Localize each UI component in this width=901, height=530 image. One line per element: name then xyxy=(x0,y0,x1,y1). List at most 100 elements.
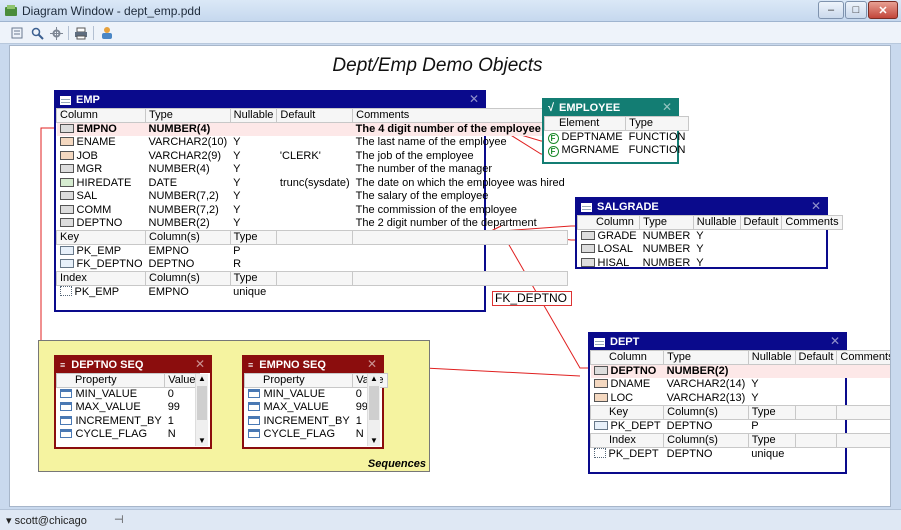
property-name: MAX_VALUE xyxy=(75,401,141,414)
property-icon xyxy=(247,389,260,398)
dept-table-header[interactable]: DEPT ✕ xyxy=(590,334,845,350)
table-row[interactable]: INCREMENT_BY 1 xyxy=(57,415,200,429)
property-name: INCREMENT_BY xyxy=(75,414,162,427)
table-row[interactable]: MIN_VALUE 0 xyxy=(57,388,200,402)
close-button[interactable]: ✕ xyxy=(868,1,898,19)
table-row[interactable]: DEPTNO NUMBER(2) Y The 2 digit number of… xyxy=(57,217,568,231)
salgrade-table-header[interactable]: SALGRADE ✕ xyxy=(577,199,826,215)
table-row[interactable]: INCREMENT_BY 1 xyxy=(245,415,388,429)
table-row[interactable]: MAX_VALUE 99 xyxy=(57,401,200,415)
print-icon[interactable] xyxy=(73,25,89,41)
key-header: Column(s) xyxy=(663,404,749,420)
column-header-row: Column Type Nullable Default Comments xyxy=(55,108,569,123)
scrollbar-thumb[interactable] xyxy=(197,386,207,420)
fk-deptno-label[interactable]: FK_DEPTNO xyxy=(492,291,572,306)
table-row[interactable]: MAX_VALUE 9999 xyxy=(245,401,388,415)
key-columns: DEPTNO xyxy=(666,419,713,432)
minimize-button[interactable]: – xyxy=(818,1,844,19)
table-row[interactable]: DNAME VARCHAR2(14) Y xyxy=(591,378,891,392)
empno-seq-header[interactable]: ≡ EMPNO SEQ ✕ xyxy=(244,357,382,373)
window-titlebar[interactable]: Diagram Window - dept_emp.pdd – □ ✕ xyxy=(0,0,901,22)
emp-columns-table: Column Type Nullable Default Comments EM… xyxy=(55,108,569,299)
table-row[interactable]: COMM NUMBER(7,2) Y The commission of the… xyxy=(57,204,568,218)
table-row[interactable]: LOC VARCHAR2(13) Y xyxy=(591,391,891,406)
table-row[interactable]: EMPNO NUMBER(4) The 4 digit number of th… xyxy=(56,122,568,136)
sequences-group[interactable]: Sequences ≡ DEPTNO SEQ ✕ Property Value … xyxy=(38,340,430,472)
table-row[interactable]: F MGRNAME FUNCTION xyxy=(545,144,689,158)
column-name: DNAME xyxy=(610,378,651,391)
deptno-seq-header[interactable]: ≡ DEPTNO SEQ ✕ xyxy=(56,357,210,373)
emp-table[interactable]: EMP ✕ Column Type Nullable Default Comme… xyxy=(54,90,569,312)
column-default: trunc(sysdate) xyxy=(279,176,350,189)
employee-package-header[interactable]: √ EMPLOYEE ✕ xyxy=(544,100,677,116)
column-header: Column xyxy=(589,350,665,365)
table-row[interactable]: ENAME VARCHAR2(10) Y The last name of th… xyxy=(57,136,568,150)
options-gear-icon[interactable] xyxy=(48,25,64,41)
property-icon xyxy=(247,402,260,412)
close-icon[interactable]: ✕ xyxy=(830,334,840,348)
table-row[interactable]: JOB VARCHAR2(9) Y 'CLERK' The job of the… xyxy=(57,150,568,164)
table-row[interactable]: SAL NUMBER(7,2) Y The salary of the empl… xyxy=(57,190,568,204)
employee-package[interactable]: √ EMPLOYEE ✕ Element Type F DEPTNAME FUNC… xyxy=(542,98,689,164)
key-header: Column(s) xyxy=(145,230,231,245)
column-nullable xyxy=(230,122,277,136)
deptno-seq-box[interactable]: ≡ DEPTNO SEQ ✕ Property Value MIN_VALUE … xyxy=(54,355,212,449)
table-row[interactable]: MIN_VALUE 0 xyxy=(245,388,388,402)
column-nullable: Y xyxy=(233,176,241,189)
table-row[interactable]: MGR NUMBER(4) Y The number of the manage… xyxy=(57,163,568,177)
table-row[interactable]: HIREDATE DATE Y trunc(sysdate) The date … xyxy=(57,177,568,191)
property-name: CYCLE_FLAG xyxy=(75,428,148,441)
close-icon[interactable]: ✕ xyxy=(195,357,205,371)
column-name: DEPTNO xyxy=(610,365,657,377)
close-icon[interactable]: ✕ xyxy=(662,100,672,114)
column-header-row: Column Type Nullable Default Comments xyxy=(576,215,843,230)
column-header-row: Element Type xyxy=(543,116,689,131)
scroll-up-icon[interactable]: ▲ xyxy=(196,374,208,384)
table-row[interactable]: LOSAL NUMBER Y xyxy=(578,243,843,257)
table-row[interactable]: CYCLE_FLAG N xyxy=(245,428,388,442)
object-list-icon[interactable] xyxy=(9,25,25,41)
toolbar-separator xyxy=(93,26,94,40)
empno-seq-box[interactable]: ≡ EMPNO SEQ ✕ Property Value MIN_VALUE 0… xyxy=(242,355,388,449)
column-nullable: Y xyxy=(233,136,241,149)
number-type-icon xyxy=(593,366,608,375)
table-row[interactable]: DEPTNO NUMBER(2) xyxy=(590,364,890,378)
scroll-down-icon[interactable]: ▼ xyxy=(368,436,380,446)
column-type: VARCHAR2(14) xyxy=(666,378,746,391)
column-nullable: Y xyxy=(696,230,704,242)
index-row[interactable]: PK_DEPT DEPTNO unique xyxy=(591,447,891,461)
key-row[interactable]: PK_EMP EMPNO P xyxy=(57,245,568,259)
dept-table[interactable]: DEPT ✕ Column Type Nullable Default Comm… xyxy=(588,332,890,474)
column-nullable: Y xyxy=(751,391,759,404)
pin-icon[interactable]: ⊣ xyxy=(114,513,124,526)
column-type: NUMBER(2) xyxy=(148,217,210,229)
index-header: Column(s) xyxy=(145,271,231,286)
maximize-button[interactable]: □ xyxy=(845,1,867,19)
key-row[interactable]: FK_DEPTNO DEPTNO R xyxy=(57,258,568,272)
table-row[interactable]: F DEPTNAME FUNCTION xyxy=(545,131,689,144)
table-row[interactable]: CYCLE_FLAG N xyxy=(57,428,200,442)
scroll-down-icon[interactable]: ▼ xyxy=(196,436,208,446)
close-icon[interactable]: ✕ xyxy=(367,357,377,371)
property-name: MIN_VALUE xyxy=(75,388,138,400)
close-icon[interactable]: ✕ xyxy=(811,199,821,213)
scroll-up-icon[interactable]: ▲ xyxy=(368,374,380,384)
index-header: Type xyxy=(229,271,278,286)
table-row[interactable]: HISAL NUMBER Y xyxy=(578,257,843,271)
salgrade-table-name: SALGRADE xyxy=(597,201,659,213)
connection-status[interactable]: ▾ scott@chicago xyxy=(6,514,87,527)
zoom-icon[interactable] xyxy=(29,25,45,41)
vertical-scrollbar[interactable]: ▲ ▼ xyxy=(367,374,380,446)
add-object-icon[interactable] xyxy=(99,25,115,41)
salgrade-table[interactable]: SALGRADE ✕ Column Type Nullable Default … xyxy=(575,197,843,269)
column-header: Column xyxy=(55,108,147,123)
scrollbar-thumb[interactable] xyxy=(369,386,379,420)
column-nullable: Y xyxy=(233,217,241,229)
diagram-canvas[interactable]: Dept/Emp Demo Objects EMP ✕ Column Type … xyxy=(9,45,891,507)
key-row[interactable]: PK_DEPT DEPTNO P xyxy=(591,419,891,433)
vertical-scrollbar[interactable]: ▲ ▼ xyxy=(195,374,208,446)
key-type: P xyxy=(751,419,759,432)
close-icon[interactable]: ✕ xyxy=(469,92,479,106)
table-row[interactable]: GRADE NUMBER Y xyxy=(578,230,843,244)
emp-table-header[interactable]: EMP ✕ xyxy=(56,92,484,108)
